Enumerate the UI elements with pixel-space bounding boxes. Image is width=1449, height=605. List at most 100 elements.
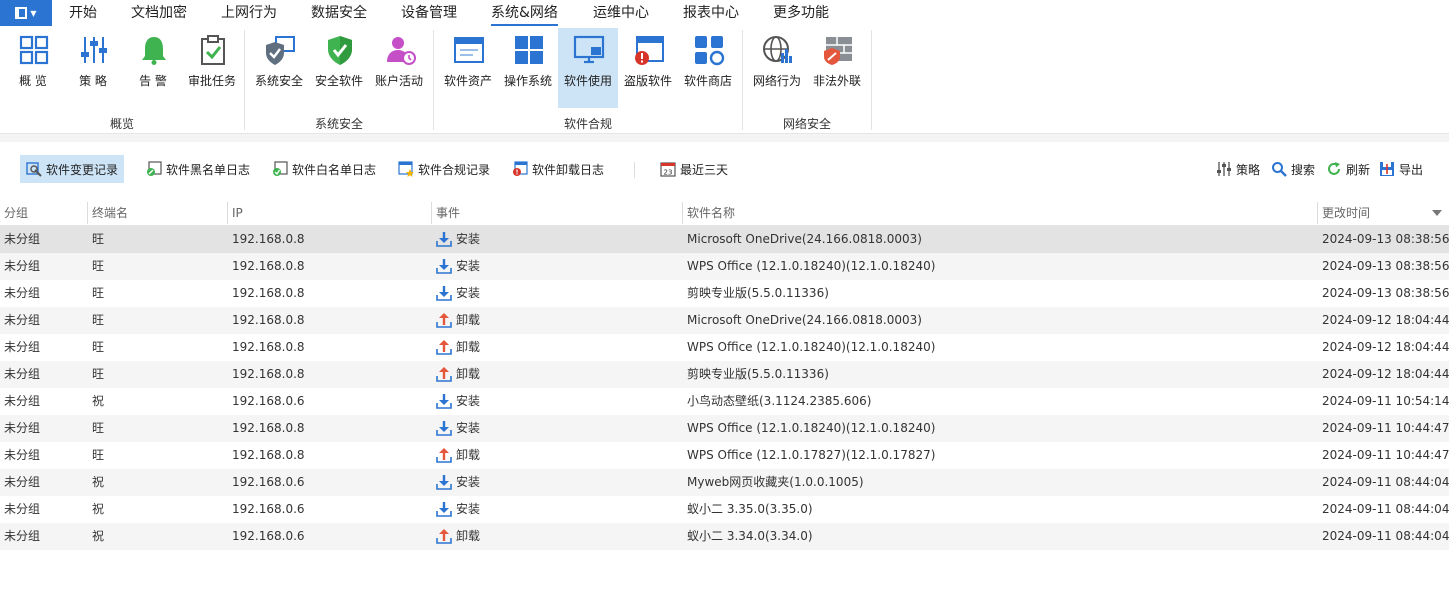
- table-row[interactable]: 未分组 旺 192.168.0.8 卸载 Microsoft OneDrive(24.1…: [0, 307, 1449, 334]
- cell-ip: 192.168.0.6: [232, 529, 305, 543]
- search-label: 搜索: [1291, 162, 1316, 177]
- whitelist-icon: [273, 161, 288, 176]
- menu-tab-report-center[interactable]: 报表中心: [683, 0, 739, 26]
- export-button[interactable]: 导出: [1373, 155, 1429, 183]
- tab-whitelist-log[interactable]: 软件白名单日志: [266, 155, 382, 183]
- cell-group: 未分组: [4, 259, 41, 273]
- refresh-button[interactable]: 刷新: [1320, 155, 1376, 183]
- tab-label: 软件卸载日志: [532, 162, 605, 177]
- column-divider[interactable]: [1317, 202, 1318, 224]
- app-menu-icon: [15, 7, 28, 19]
- ribbon-os-button[interactable]: 操作系统: [499, 28, 557, 108]
- calendar-icon: 23: [660, 162, 676, 177]
- ribbon-approval-button[interactable]: 审批任务: [183, 28, 241, 108]
- ribbon-label: 软件资产: [443, 74, 492, 88]
- install-download-icon: [436, 286, 452, 301]
- ribbon-account-activity-button[interactable]: 账户活动: [370, 28, 428, 108]
- cell-group: 未分组: [4, 394, 41, 408]
- menu-tab-internet-behavior[interactable]: 上网行为: [221, 0, 277, 26]
- menu-bar: ▼ 开始 文档加密 上网行为 数据安全 设备管理 系统&网络 运维中心 报表中心…: [0, 0, 1449, 26]
- ribbon-software-usage-button[interactable]: 软件使用: [558, 28, 618, 108]
- cell-software-name: Microsoft OneDrive(24.166.0818.0003): [687, 313, 922, 327]
- column-divider[interactable]: [682, 202, 683, 224]
- install-download-icon: [436, 502, 452, 517]
- cell-ip: 192.168.0.6: [232, 502, 305, 516]
- cell-ip: 192.168.0.8: [232, 340, 305, 354]
- tab-uninstall-log[interactable]: 软件卸载日志: [506, 155, 610, 183]
- table-row[interactable]: 未分组 旺 192.168.0.8 卸载 WPS Office (12.1.0.1782…: [0, 442, 1449, 469]
- ribbon-software-asset-button[interactable]: 软件资产: [439, 28, 497, 108]
- ribbon-alarm-button[interactable]: 告 警: [124, 28, 182, 108]
- ribbon-label: 概 览: [19, 74, 47, 88]
- cell-event: 卸载: [456, 340, 481, 354]
- cell-software-name: WPS Office (12.1.0.18240)(12.1.0.18240): [687, 340, 936, 354]
- column-header-terminal[interactable]: 终端名: [92, 200, 128, 226]
- table-row[interactable]: 未分组 旺 192.168.0.8 安装 Microsoft OneDrive(24.1…: [0, 226, 1449, 253]
- cell-event: 安装: [456, 286, 481, 300]
- refresh-label: 刷新: [1346, 162, 1371, 177]
- table-row[interactable]: 未分组 祝 192.168.0.6 卸载 蚁小二 3.34.0(3.34.0) 2024-…: [0, 523, 1449, 550]
- table-row[interactable]: 未分组 旺 192.168.0.8 安装 WPS Office (12.1.0.1824…: [0, 415, 1449, 442]
- ribbon-software-store-button[interactable]: 软件商店: [679, 28, 737, 108]
- cell-terminal: 祝: [92, 529, 105, 543]
- cell-event: 卸载: [456, 529, 481, 543]
- cell-group: 未分组: [4, 502, 41, 516]
- app-menu-button[interactable]: ▼: [0, 0, 52, 26]
- date-range-recent-three-days[interactable]: 23 最近三天: [654, 155, 734, 183]
- ribbon-spacer: [0, 134, 1449, 142]
- table-header: 分组 终端名 IP 事件 软件名称 更改时间: [0, 200, 1449, 226]
- software-asset-window-icon: [454, 37, 484, 63]
- ribbon-network-behavior-button[interactable]: 网络行为: [748, 28, 806, 108]
- ribbon-policy-button[interactable]: 策 略: [64, 28, 122, 108]
- table-row[interactable]: 未分组 旺 192.168.0.8 安装 剪映专业版(5.5.0.11336) 2024-…: [0, 280, 1449, 307]
- table-body: 未分组旺 192.168.0.8 安装 Microsoft OneDrive(24.1…: [0, 226, 1449, 550]
- ribbon-security-software-button[interactable]: 安全软件: [310, 28, 368, 108]
- account-activity-user-icon: [387, 37, 416, 65]
- policy-button[interactable]: 策略: [1210, 155, 1266, 183]
- table-row[interactable]: 未分组 祝 192.168.0.6 安装 蚁小二 3.35.0(3.35.0) 2024-…: [0, 496, 1449, 523]
- column-header-change-time[interactable]: 更改时间: [1322, 200, 1370, 226]
- cell-ip: 192.168.0.6: [232, 394, 305, 408]
- column-divider[interactable]: [431, 202, 432, 224]
- cell-software-name: 蚁小二 3.35.0(3.35.0): [687, 502, 813, 516]
- column-divider[interactable]: [227, 202, 228, 224]
- sort-descending-icon[interactable]: [1432, 210, 1442, 216]
- cell-change-time: 2024-09-11 10:44:47: [1322, 421, 1449, 435]
- ribbon-system-security-button[interactable]: 系统安全: [250, 28, 308, 108]
- menu-tab-doc-encryption[interactable]: 文档加密: [131, 0, 187, 26]
- column-header-software-name[interactable]: 软件名称: [687, 200, 735, 226]
- table-row[interactable]: 未分组 祝 192.168.0.6 安装 Myweb网页收藏夹(1.0.0.1005) 2…: [0, 469, 1449, 496]
- toolbar-divider: [634, 162, 635, 178]
- ribbon-overview-button[interactable]: 概 览: [4, 28, 62, 108]
- cell-terminal: 旺: [92, 286, 105, 300]
- menu-tab-home[interactable]: 开始: [69, 0, 97, 26]
- table-row[interactable]: 未分组 祝 192.168.0.6 安装 小鸟动态壁纸(3.1124.2385.606)…: [0, 388, 1449, 415]
- column-divider[interactable]: [87, 202, 88, 224]
- menu-tab-data-security[interactable]: 数据安全: [311, 0, 367, 26]
- table-row[interactable]: 未分组 旺 192.168.0.8 卸载 WPS Office (12.1.0.1824…: [0, 334, 1449, 361]
- tab-compliance-log[interactable]: 软件合规记录: [392, 155, 496, 183]
- blacklist-icon: [147, 161, 162, 176]
- column-header-group[interactable]: 分组: [4, 200, 28, 226]
- ribbon-label: 安全软件: [314, 74, 363, 88]
- ribbon-pirated-software-button[interactable]: 盗版软件: [619, 28, 677, 108]
- cell-ip: 192.168.0.8: [232, 232, 305, 246]
- column-header-ip[interactable]: IP: [232, 200, 243, 226]
- export-label: 导出: [1399, 162, 1424, 177]
- menu-tab-more[interactable]: 更多功能: [773, 0, 829, 26]
- column-header-event[interactable]: 事件: [436, 200, 460, 226]
- cell-terminal: 祝: [92, 394, 105, 408]
- search-button[interactable]: 搜索: [1265, 155, 1321, 183]
- table-row[interactable]: 未分组 旺 192.168.0.8 安装 WPS Office (12.1.0.1824…: [0, 253, 1449, 280]
- tab-blacklist-log[interactable]: 软件黑名单日志: [140, 155, 256, 183]
- cell-event: 安装: [456, 394, 481, 408]
- cell-group: 未分组: [4, 421, 41, 435]
- ribbon-label: 网络行为: [752, 74, 801, 88]
- ribbon-illegal-outreach-button[interactable]: 非法外联: [808, 28, 866, 108]
- table-row[interactable]: 未分组 旺 192.168.0.8 卸载 剪映专业版(5.5.0.11336) 2024-…: [0, 361, 1449, 388]
- tab-label: 软件黑名单日志: [166, 162, 251, 177]
- menu-tab-device-management[interactable]: 设备管理: [401, 0, 457, 26]
- menu-tab-system-network[interactable]: 系统&网络: [491, 0, 558, 26]
- tab-software-change-log[interactable]: 软件变更记录: [20, 155, 125, 183]
- menu-tab-ops-center[interactable]: 运维中心: [593, 0, 649, 26]
